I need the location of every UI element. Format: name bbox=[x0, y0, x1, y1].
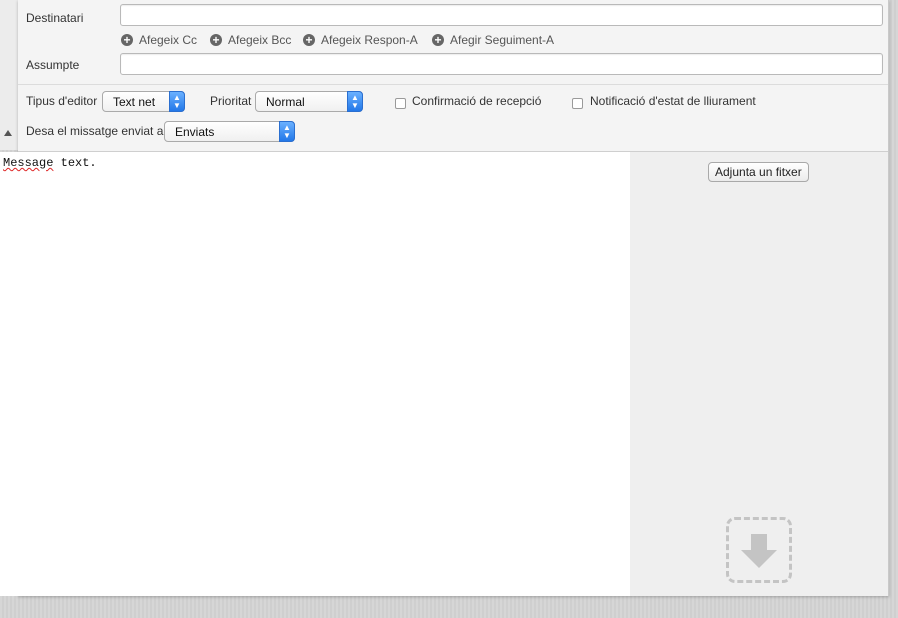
compose-form: Destinatari + Afegeix Cc + Afegeix Bcc +… bbox=[0, 0, 889, 597]
select-arrows-icon: ▲ ▼ bbox=[279, 121, 295, 142]
plus-circle-icon: + bbox=[432, 34, 444, 46]
add-cc-label: Afegeix Cc bbox=[139, 33, 198, 47]
attachments-panel: Adjunta un fitxer bbox=[630, 152, 888, 596]
editor-type-value: Text net bbox=[113, 95, 156, 109]
compose-body: Message text. Adjunta un fitxer bbox=[0, 151, 888, 597]
message-text-rest: text. bbox=[53, 156, 97, 170]
save-sent-value: Enviats bbox=[175, 125, 215, 139]
download-arrow-icon bbox=[741, 534, 777, 568]
delivery-status-checkbox[interactable] bbox=[572, 98, 583, 109]
plus-circle-icon: + bbox=[303, 34, 315, 46]
add-followup-to-label: Afegir Seguiment-A bbox=[450, 33, 555, 47]
priority-label: Prioritat bbox=[210, 94, 252, 108]
priority-value: Normal bbox=[266, 95, 305, 109]
file-drop-zone[interactable] bbox=[726, 517, 792, 583]
read-receipt-label: Confirmació de recepció bbox=[412, 94, 542, 108]
plus-circle-icon: + bbox=[210, 34, 222, 46]
attach-file-button[interactable]: Adjunta un fitxer bbox=[708, 162, 809, 182]
editor-type-select[interactable]: Text net ▲ ▼ bbox=[102, 91, 185, 112]
save-sent-label: Desa el missatge enviat a bbox=[26, 124, 164, 138]
select-arrows-icon: ▲ ▼ bbox=[169, 91, 185, 112]
priority-select[interactable]: Normal ▲ ▼ bbox=[255, 91, 363, 112]
select-arrows-icon: ▲ ▼ bbox=[347, 91, 363, 112]
message-editor[interactable]: Message text. bbox=[0, 152, 631, 596]
add-bcc-link[interactable]: + Afegeix Bcc bbox=[210, 33, 291, 47]
add-reply-to-link[interactable]: + Afegeix Respon-A bbox=[303, 33, 418, 47]
editor-type-label: Tipus d'editor bbox=[26, 94, 98, 108]
add-bcc-label: Afegeix Bcc bbox=[228, 33, 292, 47]
collapse-header-icon[interactable] bbox=[4, 130, 12, 136]
add-cc-link[interactable]: + Afegeix Cc bbox=[121, 33, 197, 47]
plus-circle-icon: + bbox=[121, 34, 133, 46]
delivery-status-label: Notificació d'estat de lliurament bbox=[590, 94, 756, 108]
add-followup-to-link[interactable]: + Afegir Seguiment-A bbox=[432, 33, 554, 47]
read-receipt-checkbox[interactable] bbox=[395, 98, 406, 109]
subject-input[interactable] bbox=[120, 53, 883, 75]
subject-label: Assumpte bbox=[26, 58, 80, 72]
address-header: Destinatari + Afegeix Cc + Afegeix Bcc +… bbox=[18, 0, 888, 84]
save-sent-select[interactable]: Enviats ▲ ▼ bbox=[164, 121, 295, 142]
add-reply-to-label: Afegeix Respon-A bbox=[321, 33, 418, 47]
recipient-input[interactable] bbox=[120, 4, 883, 26]
message-options: Tipus d'editor Text net ▲ ▼ Prioritat Nor… bbox=[18, 84, 888, 151]
misspelled-word: Message bbox=[3, 156, 54, 170]
message-text: Message text. bbox=[3, 156, 97, 170]
left-margin-strip bbox=[0, 0, 19, 150]
recipient-label: Destinatari bbox=[26, 11, 84, 25]
